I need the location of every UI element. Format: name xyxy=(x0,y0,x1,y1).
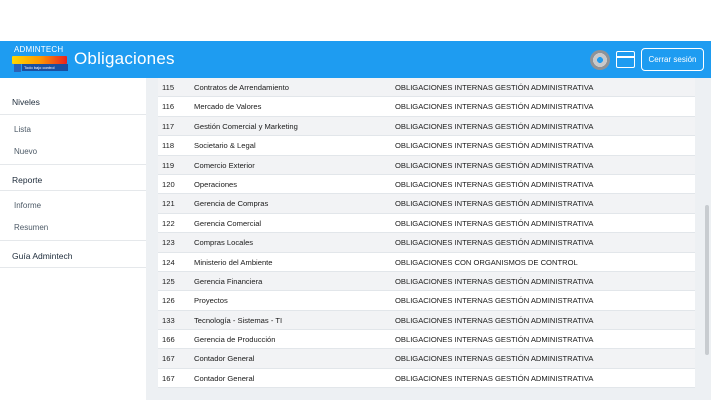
table-row[interactable]: 116 Mercado de Valores OBLIGACIONES INTERN… xyxy=(158,97,695,117)
table-row[interactable]: 119 Comercio Exterior OBLIGACIONES INTERNA… xyxy=(158,155,695,175)
table-row[interactable]: 123 Compras Locales OBLIGACIONES INTERNAS … xyxy=(158,233,695,253)
row-name: Comercio Exterior xyxy=(194,160,255,170)
row-name: Societario & Legal xyxy=(194,141,256,151)
row-type: OBLIGACIONES INTERNAS GESTIÓN ADMINISTRA… xyxy=(395,276,594,286)
row-type: OBLIGACIONES INTERNAS GESTIÓN ADMINISTRA… xyxy=(395,160,594,170)
table-row[interactable]: 121 Gerencia de Compras OBLIGACIONES INTER… xyxy=(158,194,695,214)
row-type: OBLIGACIONES INTERNAS GESTIÓN ADMINISTRA… xyxy=(395,179,594,189)
row-type: OBLIGACIONES INTERNAS GESTIÓN ADMINISTRA… xyxy=(395,102,594,112)
main-content: 115 Contratos de Arrendamiento OBLIGACIONE… xyxy=(146,78,711,400)
row-code: 123 xyxy=(162,238,175,248)
row-name: Gerencia Financiera xyxy=(194,276,263,286)
window-icon[interactable] xyxy=(616,51,635,68)
row-code: 118 xyxy=(162,141,175,151)
sidebar-section-reporte[interactable]: Reporte xyxy=(12,175,42,185)
gear-icon[interactable] xyxy=(590,50,610,70)
table-row[interactable]: 124 Ministerio del Ambiente OBLIGACIONES C… xyxy=(158,252,695,272)
row-code: 119 xyxy=(162,160,175,170)
sidebar-divider xyxy=(0,190,146,191)
page-title: Obligaciones xyxy=(74,49,175,68)
logo-subtext: Todo bajo control xyxy=(22,64,68,71)
row-name: Mercado de Valores xyxy=(194,102,262,112)
table-row[interactable]: 115 Contratos de Arrendamiento OBLIGACIONE… xyxy=(158,78,695,98)
table-row[interactable]: 122 Gerencia Comercial OBLIGACIONES INTERN… xyxy=(158,213,695,234)
row-code: 133 xyxy=(162,315,175,325)
sidebar-item-informe[interactable]: Informe xyxy=(14,201,41,210)
row-name: Compras Locales xyxy=(194,238,254,248)
logout-button[interactable]: Cerrar sesión xyxy=(641,48,704,71)
sidebar-section-niveles[interactable]: Niveles xyxy=(12,97,40,107)
row-code: 167 xyxy=(162,373,175,383)
row-name: Contador General xyxy=(194,354,255,364)
row-type: OBLIGACIONES INTERNAS GESTIÓN ADMINISTRA… xyxy=(395,83,594,92)
row-code: 117 xyxy=(162,121,175,131)
row-code: 121 xyxy=(162,199,175,209)
row-type: OBLIGACIONES INTERNAS GESTIÓN ADMINISTRA… xyxy=(395,199,594,209)
sidebar-item-resumen[interactable]: Resumen xyxy=(14,223,48,232)
logo-text: ADMINTECH xyxy=(14,45,64,54)
row-type: OBLIGACIONES INTERNAS GESTIÓN ADMINISTRA… xyxy=(395,354,594,364)
row-code: 115 xyxy=(162,83,175,92)
sidebar: Niveles Lista Nuevo Reporte Informe Resu… xyxy=(0,78,146,400)
row-type: OBLIGACIONES INTERNAS GESTIÓN ADMINISTRA… xyxy=(395,218,594,228)
sidebar-divider xyxy=(0,240,146,241)
row-code: 167 xyxy=(162,354,175,364)
top-blank-area xyxy=(0,0,711,41)
sidebar-section-guia[interactable]: Guía Admintech xyxy=(12,251,72,261)
scrollbar[interactable] xyxy=(705,205,709,355)
row-name: Gerencia Comercial xyxy=(194,218,262,228)
row-code: 126 xyxy=(162,296,175,306)
table-row[interactable]: 125 Gerencia Financiera OBLIGACIONES INTER… xyxy=(158,271,695,292)
table-row[interactable]: 167 Contador General OBLIGACIONES INTERNAS… xyxy=(158,349,695,369)
sidebar-divider xyxy=(0,267,146,268)
row-name: Gestión Comercial y Marketing xyxy=(194,121,298,131)
row-type: OBLIGACIONES CON ORGANISMOS DE CONTROL xyxy=(395,257,578,267)
row-type: OBLIGACIONES INTERNAS GESTIÓN ADMINISTRA… xyxy=(395,121,594,131)
admintech-logo[interactable]: ADMINTECH Todo bajo control xyxy=(10,45,68,73)
row-name: Gerencia de Compras xyxy=(194,199,269,209)
table-row[interactable]: 117 Gestión Comercial y Marketing OBLIGACI… xyxy=(158,116,695,137)
row-type: OBLIGACIONES INTERNAS GESTIÓN ADMINISTRA… xyxy=(395,141,594,151)
table-row[interactable]: 133 Tecnología - Sistemas - TI OBLIGACIONE… xyxy=(158,310,695,331)
row-name: Ministerio del Ambiente xyxy=(194,257,273,267)
row-name: Gerencia de Producción xyxy=(194,335,276,345)
row-code: 125 xyxy=(162,276,175,286)
logo-color-bar xyxy=(12,56,67,64)
row-type: OBLIGACIONES INTERNAS GESTIÓN ADMINISTRA… xyxy=(395,335,594,345)
sidebar-divider xyxy=(0,164,146,165)
sidebar-item-nuevo[interactable]: Nuevo xyxy=(14,147,37,156)
sidebar-item-lista[interactable]: Lista xyxy=(14,125,31,134)
row-name: Tecnología - Sistemas - TI xyxy=(194,315,283,325)
row-code: 124 xyxy=(162,257,175,267)
logo-mark xyxy=(14,64,21,72)
row-code: 116 xyxy=(162,102,175,112)
table-row[interactable]: 120 Operaciones OBLIGACIONES INTERNAS GEST… xyxy=(158,174,695,195)
row-code: 120 xyxy=(162,179,175,189)
table-row[interactable]: 118 Societario & Legal OBLIGACIONES INTERN… xyxy=(158,136,695,156)
row-type: OBLIGACIONES INTERNAS GESTIÓN ADMINISTRA… xyxy=(395,238,594,248)
row-code: 166 xyxy=(162,335,175,345)
app-header: ADMINTECH Todo bajo control Obligaciones… xyxy=(0,41,711,78)
row-name: Contador General xyxy=(194,373,255,383)
obligaciones-table: 115 Contratos de Arrendamiento OBLIGACIONE… xyxy=(158,78,695,389)
table-row[interactable]: 126 Proyectos OBLIGACIONES INTERNAS GESTIÓ… xyxy=(158,291,695,311)
row-type: OBLIGACIONES INTERNAS GESTIÓN ADMINISTRA… xyxy=(395,296,594,306)
row-type: OBLIGACIONES INTERNAS GESTIÓN ADMINISTRA… xyxy=(395,315,594,325)
row-code: 122 xyxy=(162,218,175,228)
row-name: Proyectos xyxy=(194,296,228,306)
row-name: Operaciones xyxy=(194,179,238,189)
table-row[interactable]: 167 Contador General OBLIGACIONES INTERNAS… xyxy=(158,368,695,389)
sidebar-divider xyxy=(0,114,146,115)
row-name: Contratos de Arrendamiento xyxy=(194,83,289,92)
row-type: OBLIGACIONES INTERNAS GESTIÓN ADMINISTRA… xyxy=(395,373,594,383)
table-row[interactable]: 166 Gerencia de Producción OBLIGACIONES IN… xyxy=(158,330,695,350)
